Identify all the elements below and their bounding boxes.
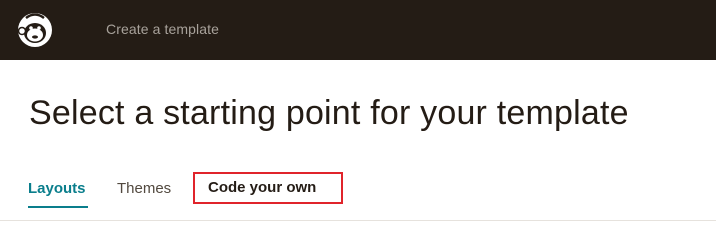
tab-themes[interactable]: Themes xyxy=(117,180,171,197)
template-source-tabs: Layouts Themes Code your own xyxy=(0,168,716,222)
topbar-page-title: Create a template xyxy=(106,21,219,37)
tab-layouts[interactable]: Layouts xyxy=(28,180,86,197)
top-navigation-bar: Create a template xyxy=(0,0,716,60)
tab-code-your-own[interactable]: Code your own xyxy=(193,172,343,204)
tabs-divider xyxy=(0,220,716,221)
page-title: Select a starting point for your templat… xyxy=(29,94,629,132)
mailchimp-logo-icon[interactable] xyxy=(14,9,56,51)
active-tab-indicator xyxy=(28,206,88,208)
